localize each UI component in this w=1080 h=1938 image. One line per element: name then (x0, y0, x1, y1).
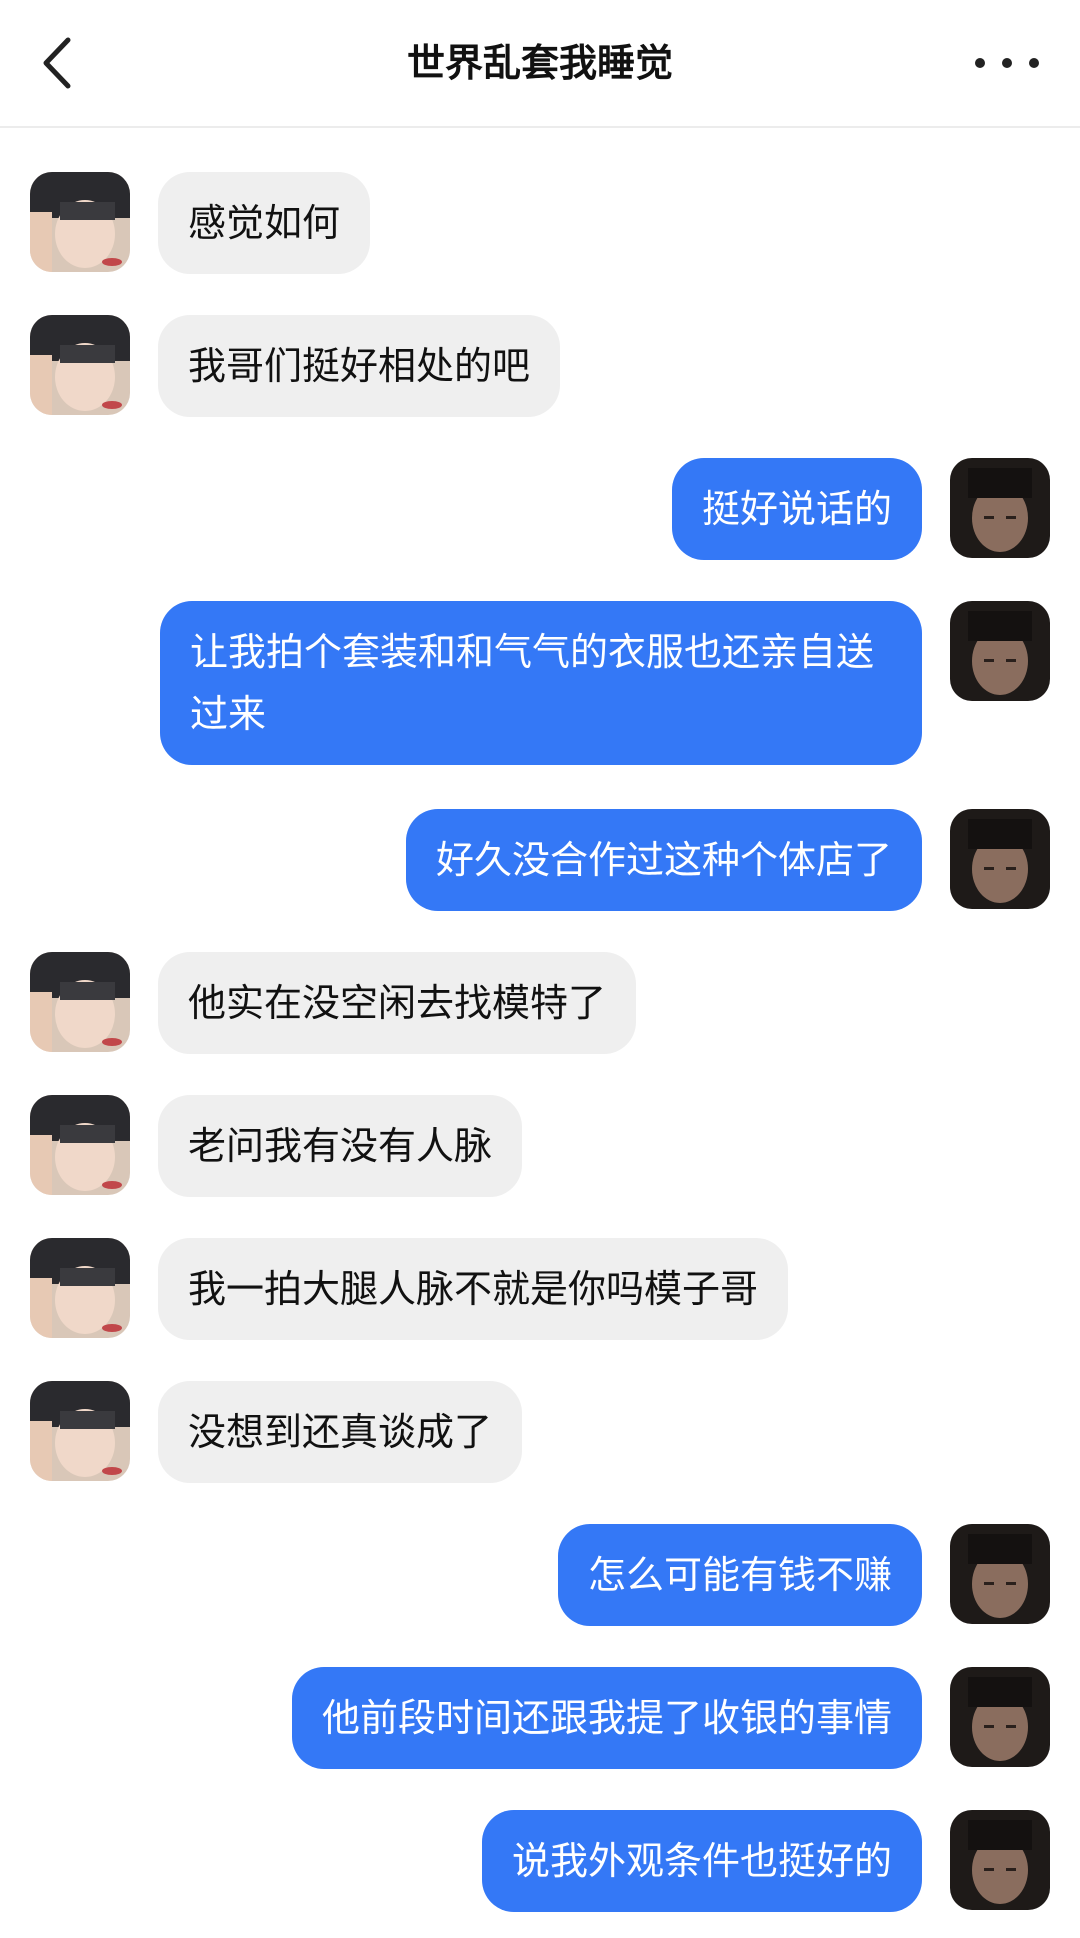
message-bubble[interactable]: 挺好说话的 (671, 458, 922, 560)
contact-avatar[interactable] (30, 1381, 130, 1481)
my-avatar[interactable] (950, 1667, 1050, 1767)
back-button[interactable] (28, 30, 88, 96)
contact-avatar-image (30, 1095, 130, 1195)
my-avatar[interactable] (950, 601, 1050, 701)
my-avatar-image (950, 1524, 1050, 1624)
contact-avatar-image (30, 172, 130, 272)
contact-avatar[interactable] (30, 1095, 130, 1195)
more-options-button[interactable] (964, 40, 1050, 86)
chat-title: 世界乱套我睡觉 (406, 41, 673, 85)
contact-avatar[interactable] (30, 952, 130, 1052)
chat-header: 世界乱套我睡觉 (0, 0, 1080, 128)
my-avatar-image (950, 601, 1050, 701)
contact-avatar-image (30, 1238, 130, 1338)
my-avatar[interactable] (950, 1524, 1050, 1624)
chevron-left-icon (43, 37, 71, 89)
my-avatar-image (950, 1667, 1050, 1767)
message-bubble[interactable]: 说我外观条件也挺好的 (481, 1810, 922, 1912)
my-avatar[interactable] (950, 809, 1050, 909)
my-avatar-image (950, 458, 1050, 558)
message-bubble[interactable]: 好久没合作过这种个体店了 (405, 809, 922, 911)
message-bubble[interactable]: 我一拍大腿人脉不就是你吗模子哥 (158, 1238, 789, 1340)
contact-avatar[interactable] (30, 1238, 130, 1338)
my-avatar[interactable] (950, 458, 1050, 558)
contact-avatar-image (30, 315, 130, 415)
contact-avatar[interactable] (30, 172, 130, 272)
message-bubble[interactable]: 怎么可能有钱不赚 (557, 1524, 922, 1626)
my-avatar-image (950, 809, 1050, 909)
contact-avatar-image (30, 1381, 130, 1481)
message-bubble[interactable]: 他前段时间还跟我提了收银的事情 (291, 1667, 922, 1769)
contact-avatar[interactable] (30, 315, 130, 415)
my-avatar-image (950, 1810, 1050, 1910)
my-avatar[interactable] (950, 1810, 1050, 1910)
message-list[interactable]: 感觉如何 我哥们挺好相处的吧 挺好说话的 让我拍个套装和和气气的衣服也还亲自送过… (0, 128, 1080, 1938)
message-bubble[interactable]: 让我拍个套装和和气气的衣服也还亲自送过来 (160, 601, 922, 765)
message-bubble[interactable]: 没想到还真谈成了 (158, 1381, 523, 1483)
message-bubble[interactable]: 老问我有没有人脉 (158, 1095, 523, 1197)
message-bubble[interactable]: 我哥们挺好相处的吧 (158, 315, 561, 417)
contact-avatar-image (30, 952, 130, 1052)
message-bubble[interactable]: 感觉如何 (158, 172, 371, 274)
message-bubble[interactable]: 他实在没空闲去找模特了 (158, 952, 637, 1054)
more-dots-icon (975, 58, 1039, 68)
